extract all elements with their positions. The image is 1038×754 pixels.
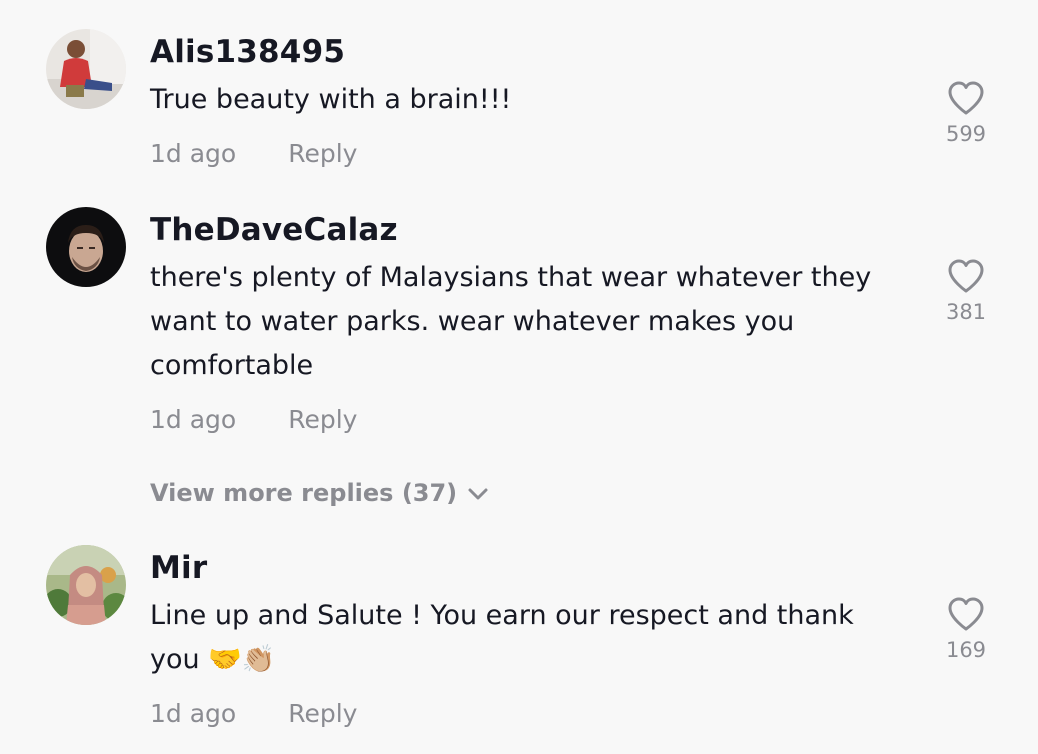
- view-more-replies-label: View more replies (37): [150, 479, 458, 507]
- comment-username[interactable]: TheDaveCalaz: [150, 210, 398, 250]
- heart-outline-icon[interactable]: [946, 258, 986, 294]
- like-control: 599: [934, 80, 998, 146]
- chevron-down-icon: [468, 488, 488, 500]
- comment-text: True beauty with a brain!!!: [150, 84, 512, 115]
- avatar-image: [46, 545, 126, 625]
- comment-username[interactable]: Mir: [150, 548, 207, 588]
- view-more-replies-button[interactable]: View more replies (37): [150, 476, 489, 510]
- user-avatar[interactable]: [46, 29, 126, 109]
- comment-text: Line up and Salute ! You earn our respec…: [150, 600, 854, 675]
- user-avatar[interactable]: [46, 545, 126, 625]
- comment-username[interactable]: Alis138495: [150, 32, 345, 72]
- reply-button[interactable]: Reply: [288, 139, 357, 168]
- reply-button[interactable]: Reply: [288, 699, 357, 728]
- comment-time: 1d ago: [150, 139, 237, 168]
- like-count: 381: [945, 300, 987, 324]
- comment-meta: 1d ago Reply: [150, 137, 357, 171]
- like-count: 599: [945, 122, 987, 146]
- heart-outline-icon[interactable]: [946, 596, 986, 632]
- like-count: 169: [945, 638, 987, 662]
- reply-button[interactable]: Reply: [288, 405, 357, 434]
- comment-text: there's plenty of Malaysians that wear w…: [150, 262, 872, 381]
- heart-outline-icon[interactable]: [946, 80, 986, 116]
- like-control: 169: [934, 596, 998, 662]
- comment-list: Alis138495 True beauty with a brain!!! 1…: [0, 0, 1038, 754]
- comment-time: 1d ago: [150, 699, 237, 728]
- user-avatar[interactable]: [46, 207, 126, 287]
- comment-meta: 1d ago Reply: [150, 403, 357, 437]
- avatar-image: [46, 207, 126, 287]
- like-control: 381: [934, 258, 998, 324]
- comment-time: 1d ago: [150, 405, 237, 434]
- avatar-image: [46, 29, 126, 109]
- comment-meta: 1d ago Reply: [150, 697, 357, 731]
